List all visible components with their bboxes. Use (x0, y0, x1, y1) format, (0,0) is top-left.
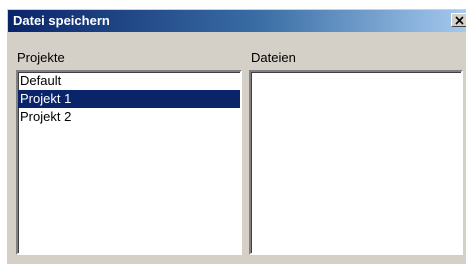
projects-label: Projekte (17, 50, 65, 65)
list-item-projekt-2[interactable]: Projekt 2 (18, 108, 240, 126)
files-label: Dateien (251, 50, 296, 65)
window-title: Datei speichern (13, 13, 110, 28)
save-file-dialog: Datei speichern Projekte Default Projekt… (6, 8, 466, 264)
list-item-default[interactable]: Default (18, 72, 240, 90)
projects-list[interactable]: Default Projekt 1 Projekt 2 (16, 70, 242, 255)
close-icon (455, 16, 464, 25)
files-list[interactable] (249, 70, 463, 255)
close-button[interactable] (451, 13, 466, 27)
list-item-projekt-1[interactable]: Projekt 1 (18, 90, 240, 108)
title-bar[interactable]: Datei speichern (8, 10, 466, 32)
